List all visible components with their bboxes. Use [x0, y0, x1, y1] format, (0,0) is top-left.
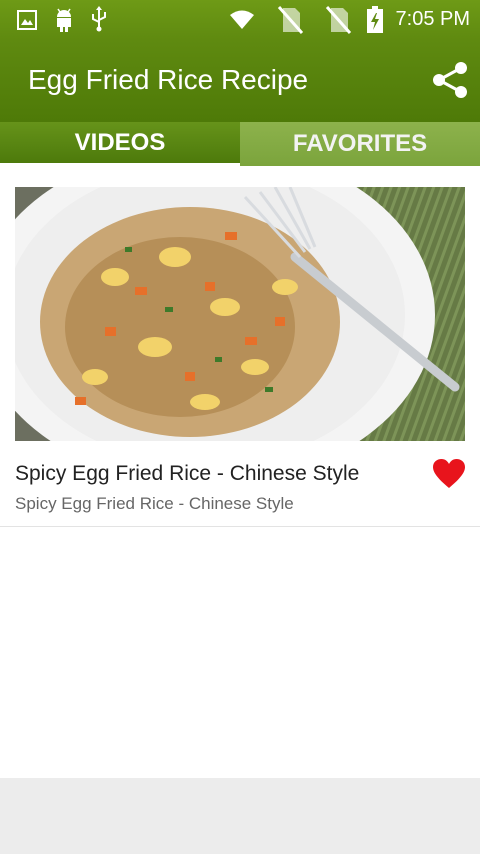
status-time: 7:05 PM	[395, 8, 470, 30]
page-title: Egg Fried Rice Recipe	[28, 64, 309, 95]
app-bar: Egg Fried Rice Recipe	[0, 40, 480, 122]
status-bar: 7:05 PM	[0, 0, 480, 40]
no-sim-icon	[277, 6, 303, 34]
android-icon	[57, 8, 71, 32]
video-subtitle: Spicy Egg Fried Rice - Chinese Style	[15, 494, 294, 513]
video-thumbnail[interactable]	[15, 187, 465, 441]
battery-charging-icon	[367, 6, 383, 33]
video-list: Spicy Egg Fried Rice - Chinese Style Spi…	[0, 166, 480, 778]
tab-favorites[interactable]: FAVORITES	[240, 122, 480, 166]
share-icon[interactable]	[430, 60, 470, 100]
video-title[interactable]: Spicy Egg Fried Rice - Chinese Style	[15, 462, 359, 486]
list-item[interactable]: Spicy Egg Fried Rice - Chinese Style Spi…	[0, 166, 480, 527]
tab-videos[interactable]: VIDEOS	[0, 122, 240, 166]
fried-rice-image	[15, 187, 465, 441]
image-icon	[17, 10, 37, 30]
wifi-icon	[230, 10, 254, 29]
no-sim-icon	[325, 6, 351, 34]
usb-icon	[92, 6, 106, 32]
tab-bar: VIDEOS FAVORITES	[0, 122, 480, 166]
favorite-heart-icon[interactable]	[432, 458, 466, 490]
